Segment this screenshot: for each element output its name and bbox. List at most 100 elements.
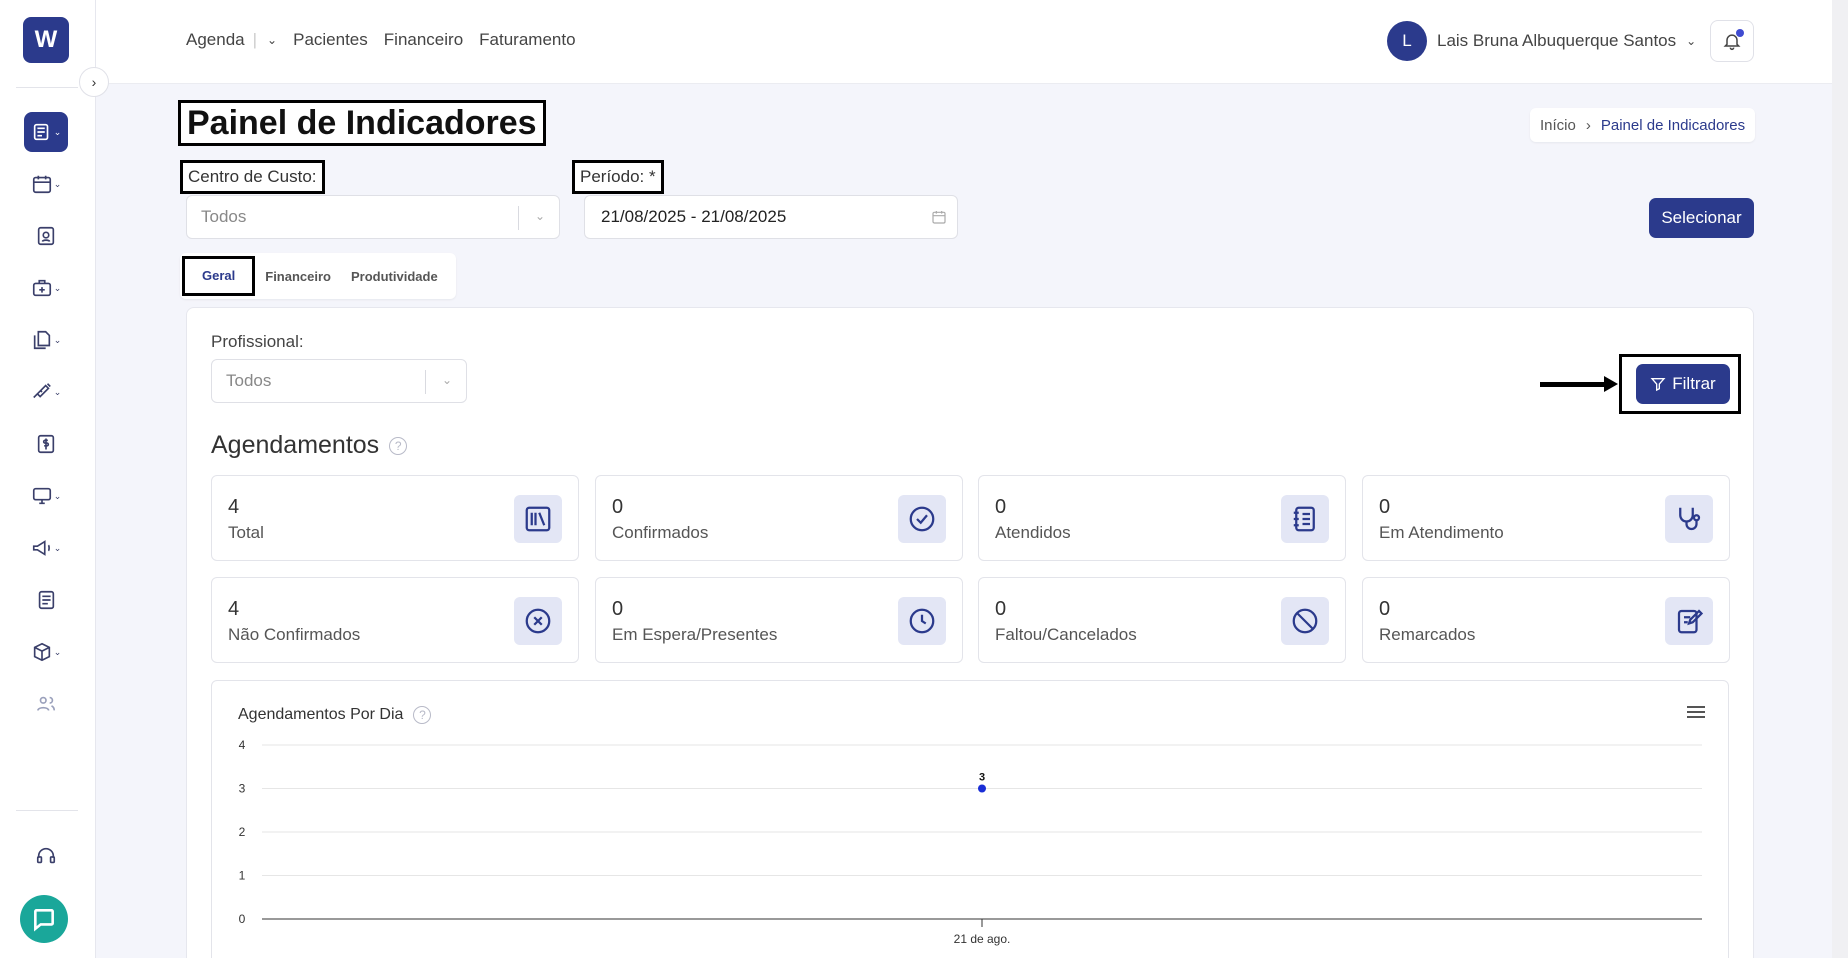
sidebar-item-agenda[interactable]: ⌄ xyxy=(24,164,68,204)
tab-produtividade[interactable]: Produtividade xyxy=(341,269,448,284)
box-icon xyxy=(33,642,50,662)
stat-card-remarcados: 0 Remarcados xyxy=(1362,577,1730,663)
top-nav: Agenda | ⌄ Pacientes Financeiro Faturame… xyxy=(186,30,592,50)
stat-label: Não Confirmados xyxy=(228,625,361,644)
nav-pacientes[interactable]: Pacientes xyxy=(293,30,368,50)
help-icon[interactable]: ? xyxy=(389,436,408,455)
y-tick-label: 3 xyxy=(239,782,246,796)
sidebar-toggle-button[interactable]: › xyxy=(79,67,109,97)
sidebar-divider xyxy=(16,810,78,811)
sidebar-item-dashboard[interactable]: ⌄ xyxy=(24,112,68,152)
sidebar-item-support[interactable] xyxy=(24,836,68,876)
x-tick-label: 21 de ago. xyxy=(954,932,1011,946)
edit-note-icon xyxy=(1665,597,1713,645)
stat-value: 0 xyxy=(1379,496,1391,518)
nav-faturamento[interactable]: Faturamento xyxy=(479,30,575,50)
y-tick-label: 2 xyxy=(239,825,246,839)
tab-financeiro[interactable]: Financeiro xyxy=(255,269,341,284)
avatar: L xyxy=(1387,21,1427,61)
select-divider xyxy=(425,370,426,394)
sidebar-item-monitor[interactable]: ⌄ xyxy=(24,476,68,516)
chat-icon xyxy=(34,909,54,932)
filtrar-button[interactable]: Filtrar xyxy=(1636,364,1730,404)
data-label: 3 xyxy=(979,772,985,784)
clock-icon xyxy=(898,597,946,645)
sidebar-item-users[interactable] xyxy=(24,684,68,724)
periodo-label: Período: * xyxy=(572,160,664,194)
stat-card-confirmados: 0 Confirmados xyxy=(595,475,963,561)
filter-icon xyxy=(1650,378,1666,392)
notifications-button[interactable] xyxy=(1710,20,1754,62)
stethoscope-icon xyxy=(1665,495,1713,543)
nav-agenda[interactable]: Agenda xyxy=(186,30,245,50)
monitor-icon xyxy=(32,487,51,505)
calendar-icon xyxy=(32,175,51,194)
medical-bag-icon xyxy=(32,279,51,297)
id-card-icon xyxy=(37,226,55,246)
sidebar-item-patients[interactable] xyxy=(24,216,68,256)
centro-custo-select[interactable]: Todos ⌄ xyxy=(186,195,560,239)
sidebar-item-inventory[interactable]: ⌄ xyxy=(24,632,68,672)
periodo-input[interactable]: 21/08/2025 - 21/08/2025 xyxy=(584,195,958,239)
breadcrumb: Início › Painel de Indicadores xyxy=(1530,108,1756,142)
stat-label: Em Espera/Presentes xyxy=(612,625,778,644)
scrollbar[interactable] xyxy=(1832,0,1848,958)
sidebar-item-documents[interactable]: ⌄ xyxy=(24,320,68,360)
sidebar-item-marketing[interactable]: ⌄ xyxy=(24,528,68,568)
stat-card-faltou: 0 Faltou/Cancelados xyxy=(978,577,1346,663)
chart-menu-icon[interactable] xyxy=(1687,706,1705,720)
stat-value: 0 xyxy=(995,496,1007,518)
sidebar-item-procedures[interactable]: ⌄ xyxy=(24,372,68,412)
stat-value: 4 xyxy=(228,598,240,620)
stat-value: 0 xyxy=(995,598,1007,620)
annotation-arrow-head xyxy=(1604,376,1618,392)
chart-title-wrap: Agendamentos Por Dia ? xyxy=(238,706,432,724)
breadcrumb-current: Painel de Indicadores xyxy=(1600,116,1746,134)
profissional-select[interactable]: Todos ⌄ xyxy=(211,359,467,403)
profissional-label: Profissional: xyxy=(211,332,304,351)
nav-financeiro[interactable]: Financeiro xyxy=(384,30,463,50)
sidebar-item-finance[interactable] xyxy=(24,424,68,464)
stat-value: 0 xyxy=(612,598,624,620)
headset-icon xyxy=(36,847,56,864)
documents-icon xyxy=(33,330,50,350)
breadcrumb-home[interactable]: Início xyxy=(1540,117,1576,134)
agendamentos-chart: 0 1 2 3 4 21 de ago. 3 xyxy=(239,738,1702,946)
agendamentos-title: Agendamentos xyxy=(211,431,380,459)
stat-label: Faltou/Cancelados xyxy=(995,625,1137,644)
stat-card-em-espera: 0 Em Espera/Presentes xyxy=(595,577,963,663)
chevron-down-icon: ⌄ xyxy=(441,373,452,387)
help-icon[interactable]: ? xyxy=(413,706,432,724)
stat-card-nao-confirmados: 4 Não Confirmados xyxy=(211,577,579,663)
centro-custo-value: Todos xyxy=(201,207,247,226)
report-icon xyxy=(38,590,55,610)
stat-value: 4 xyxy=(228,496,240,518)
stat-label: Atendidos xyxy=(995,523,1071,542)
books-icon xyxy=(514,495,562,543)
user-menu[interactable]: L Lais Bruna Albuquerque Santos ⌄ xyxy=(1387,21,1696,61)
topbar: Agenda | ⌄ Pacientes Financeiro Faturame… xyxy=(96,0,1848,84)
sidebar-item-clinic[interactable]: ⌄ xyxy=(24,268,68,308)
dashboard-icon xyxy=(33,123,49,141)
logo-letter: W xyxy=(34,26,58,53)
megaphone-icon xyxy=(32,540,50,556)
nav-separator: | xyxy=(252,30,258,49)
chevron-right-icon: › xyxy=(91,74,97,90)
stat-card-atendidos: 0 Atendidos xyxy=(978,475,1346,561)
stat-card-total: 4 Total xyxy=(211,475,579,561)
stat-label: Em Atendimento xyxy=(1379,523,1504,542)
data-point xyxy=(978,784,986,793)
tab-geral[interactable]: Geral xyxy=(182,256,256,296)
chart-title: Agendamentos Por Dia xyxy=(238,706,404,723)
periodo-value: 21/08/2025 - 21/08/2025 xyxy=(601,207,787,226)
stat-value: 0 xyxy=(612,496,624,518)
chevron-down-icon[interactable]: ⌄ xyxy=(267,33,277,47)
stat-card-em-atendimento: 0 Em Atendimento xyxy=(1362,475,1730,561)
sidebar-item-reports[interactable] xyxy=(24,580,68,620)
app-logo[interactable]: W xyxy=(23,17,69,63)
section-title: Agendamentos ? xyxy=(211,431,408,460)
chat-button[interactable] xyxy=(20,895,68,943)
notification-dot xyxy=(1736,29,1744,37)
notebook-icon xyxy=(1281,495,1329,543)
selecionar-button[interactable]: Selecionar xyxy=(1649,198,1754,238)
